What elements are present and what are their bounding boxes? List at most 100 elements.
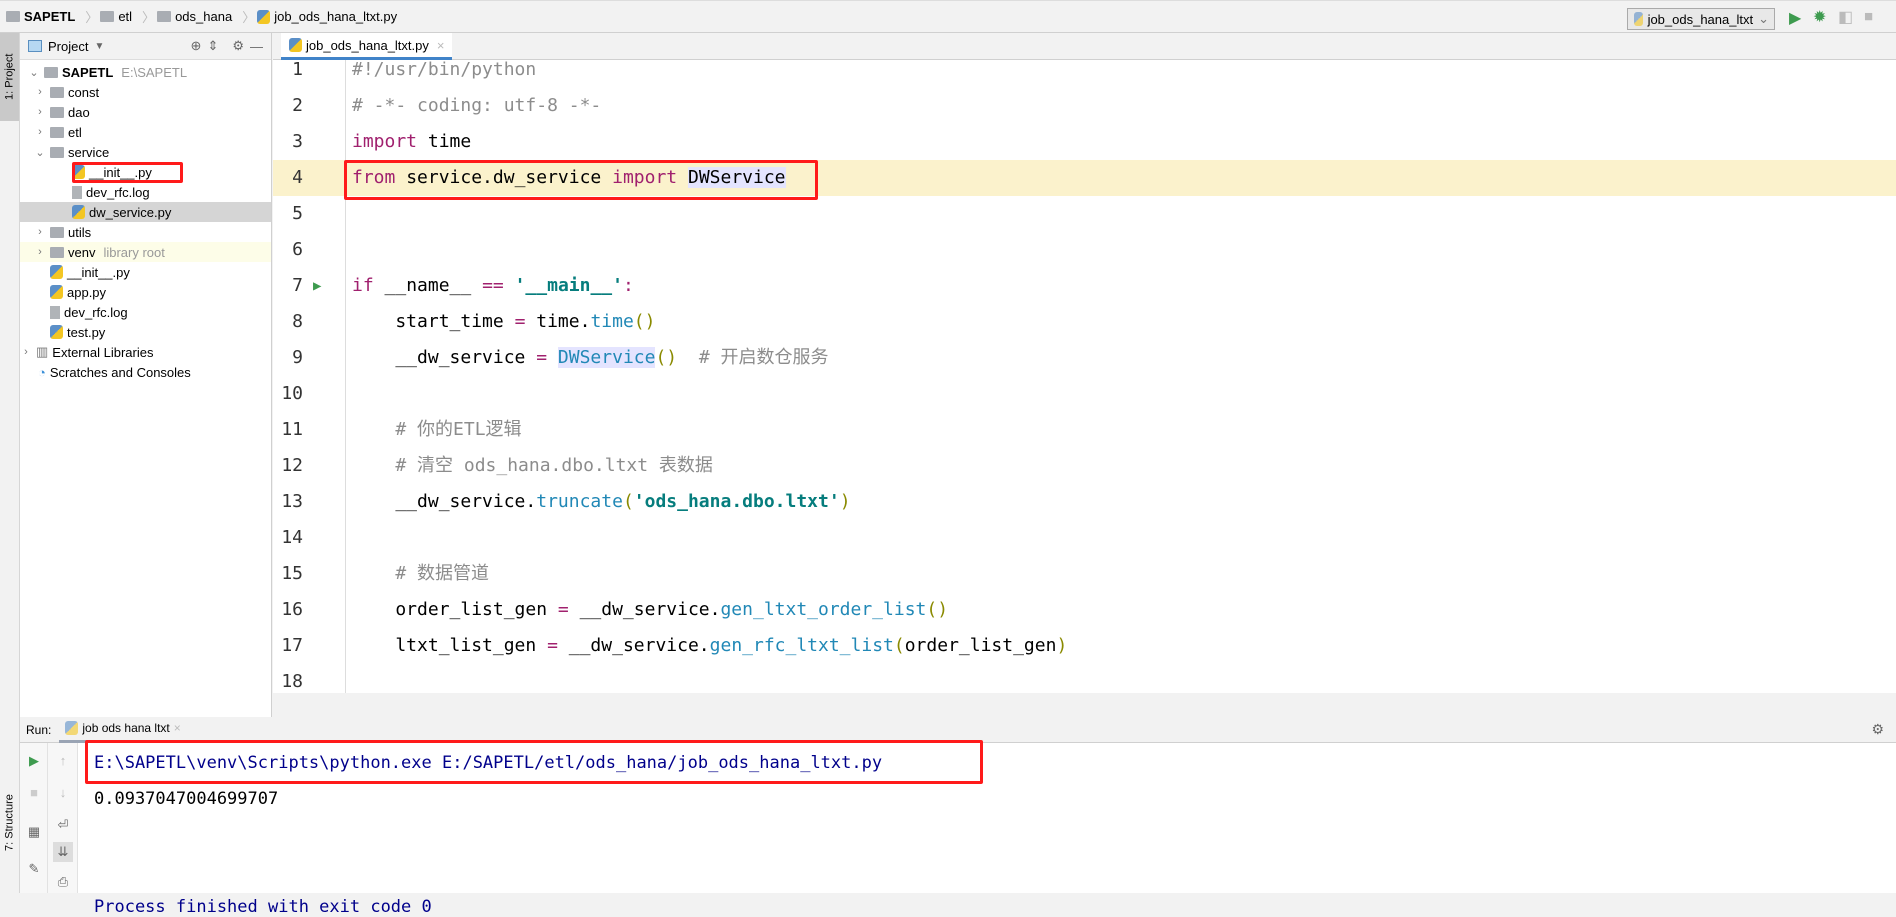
code-token: = bbox=[547, 635, 558, 656]
code-token: = bbox=[514, 311, 526, 332]
chevron-down-icon: ⌄ bbox=[1758, 11, 1769, 26]
code-token: time. bbox=[525, 311, 591, 332]
line-number: 16 bbox=[281, 599, 303, 620]
folder-icon bbox=[50, 86, 64, 98]
run-tab[interactable]: job ods hana ltxt × bbox=[59, 717, 187, 743]
rerun-icon[interactable]: ▶ bbox=[24, 751, 44, 771]
code-line: 12 # 清空 ods_hana.dbo.ltxt 表数据 bbox=[273, 448, 1896, 484]
layout-icon[interactable]: ▦ bbox=[24, 822, 44, 842]
line-number: 11 bbox=[281, 419, 303, 440]
tree-item[interactable]: ⌄ service bbox=[20, 142, 271, 162]
gear-icon[interactable]: ⚙ bbox=[1871, 721, 1884, 738]
tree-item[interactable]: dev_rfc.log bbox=[20, 182, 271, 202]
run-config-select[interactable]: job_ods_hana_ltxt ⌄ bbox=[1627, 8, 1775, 30]
breadcrumb-etl[interactable]: etl bbox=[100, 9, 132, 24]
tree-item[interactable]: › ▥ External Libraries bbox=[20, 342, 271, 362]
code-text: ltxt_list_gen = __dw_service.gen_rfc_ltx… bbox=[352, 628, 1067, 664]
tree-item[interactable]: test.py bbox=[20, 322, 271, 342]
tree-item-label: dao bbox=[68, 104, 90, 120]
library-icon: ▥ bbox=[36, 344, 49, 359]
code-token: time bbox=[590, 311, 634, 332]
code-token: ( bbox=[893, 635, 905, 656]
close-icon[interactable]: × bbox=[174, 721, 181, 735]
line-number: 6 bbox=[292, 239, 303, 260]
chevron-right-icon[interactable]: › bbox=[20, 346, 32, 358]
chevron-right-icon[interactable]: › bbox=[34, 246, 46, 258]
stop-icon[interactable]: ■ bbox=[1864, 8, 1873, 25]
locate-icon[interactable]: ⊕ bbox=[191, 38, 202, 54]
annotation-box-command bbox=[85, 740, 983, 784]
structure-tool-tab[interactable]: 7: Structure bbox=[0, 778, 19, 868]
code-token: time bbox=[417, 131, 472, 152]
line-number: 14 bbox=[281, 527, 303, 548]
folder-icon bbox=[50, 106, 64, 118]
tree-item[interactable]: › dao bbox=[20, 102, 271, 122]
tree-item[interactable]: dev_rfc.log bbox=[20, 302, 271, 322]
tree-item-label: app.py bbox=[67, 284, 107, 300]
soft-wrap-icon[interactable]: ⏎ bbox=[53, 815, 73, 835]
chevron-right-icon[interactable]: › bbox=[34, 106, 46, 118]
folder-icon bbox=[100, 11, 115, 22]
breadcrumb-file[interactable]: job_ods_hana_ltxt.py bbox=[257, 9, 397, 24]
run-button[interactable]: ▶ bbox=[1789, 8, 1801, 28]
print-icon[interactable]: ⎙ bbox=[53, 872, 73, 892]
tree-item-label: dev_rfc.log bbox=[64, 304, 128, 320]
tree-item[interactable]: dw_service.py bbox=[20, 202, 271, 222]
line-number: 1 bbox=[292, 59, 303, 80]
scroll-to-end-icon[interactable]: ⇊ bbox=[53, 842, 73, 862]
tree-item[interactable]: app.py bbox=[20, 282, 271, 302]
code-token: __dw_service. bbox=[352, 491, 537, 512]
project-view-icon bbox=[28, 40, 42, 52]
tree-item[interactable]: ⌄ SAPETL E:\SAPETL bbox=[20, 62, 271, 82]
code-line: 2 # -*- coding: utf-8 -*- bbox=[273, 88, 1896, 124]
stop-icon[interactable]: ■ bbox=[24, 783, 44, 803]
code-line: 9 __dw_service = DWService() # 开启数仓服务 bbox=[273, 340, 1896, 376]
debug-icon[interactable]: ✹ bbox=[1813, 7, 1826, 27]
close-icon[interactable]: × bbox=[437, 38, 445, 53]
tree-item[interactable]: ◔ Scratches and Consoles bbox=[20, 362, 271, 382]
python-file-icon bbox=[257, 9, 271, 24]
project-panel-header: Project ▼ ⊕ ⇕ ⚙ — bbox=[20, 33, 271, 60]
chevron-right-icon[interactable]: › bbox=[34, 226, 46, 238]
code-token: start_time bbox=[352, 311, 515, 332]
tree-item[interactable]: › etl bbox=[20, 122, 271, 142]
code-token: order_list_gen bbox=[352, 599, 558, 620]
line-number: 17 bbox=[281, 635, 303, 656]
code-token: # 数据管道 bbox=[352, 563, 490, 584]
line-number: 2 bbox=[292, 95, 303, 116]
code-text: # 清空 ods_hana.dbo.ltxt 表数据 bbox=[352, 448, 713, 484]
down-arrow-icon[interactable]: ↓ bbox=[53, 783, 73, 803]
folder-icon bbox=[50, 146, 64, 158]
python-icon bbox=[1634, 12, 1643, 26]
folder-icon bbox=[157, 11, 172, 22]
code-token: '__main__' bbox=[514, 275, 623, 296]
up-arrow-icon[interactable]: ↑ bbox=[53, 751, 73, 771]
chevron-down-icon[interactable]: ⌄ bbox=[28, 66, 40, 79]
tree-item[interactable]: __init__.py bbox=[20, 262, 271, 282]
project-view-select[interactable]: Project bbox=[48, 39, 88, 54]
chevron-right-icon[interactable]: › bbox=[34, 126, 46, 138]
tree-item-label: dw_service.py bbox=[89, 204, 172, 220]
hide-icon[interactable]: — bbox=[250, 39, 263, 54]
gear-icon[interactable]: ⚙ bbox=[232, 38, 244, 54]
breadcrumb-ods-hana[interactable]: ods_hana bbox=[157, 9, 232, 24]
coverage-icon[interactable]: ◧ bbox=[1838, 7, 1853, 27]
code-line: 18 bbox=[273, 664, 1896, 700]
chevron-down-icon[interactable]: ⌄ bbox=[34, 146, 46, 159]
code-token: #!/usr/bin/python bbox=[352, 59, 537, 80]
project-tool-tab[interactable]: 1: Project bbox=[0, 33, 19, 121]
chevron-right-icon[interactable]: › bbox=[34, 86, 46, 98]
collapse-all-icon[interactable]: ⇕ bbox=[207, 38, 218, 54]
line-number: 18 bbox=[281, 671, 303, 692]
tree-item-hint: E:\SAPETL bbox=[121, 64, 188, 80]
pin-icon[interactable]: ✎ bbox=[24, 859, 44, 879]
python-file-icon bbox=[50, 265, 63, 279]
tree-item[interactable]: › utils bbox=[20, 222, 271, 242]
code-editor[interactable]: 1 #!/usr/bin/python 2 # -*- coding: utf-8 -… bbox=[273, 59, 1896, 693]
breadcrumb-sapetl[interactable]: SAPETL bbox=[6, 9, 75, 24]
run-gutter-icon[interactable]: ▶ bbox=[313, 268, 321, 304]
code-text: start_time = time.time() bbox=[352, 304, 655, 340]
tree-item[interactable]: › const bbox=[20, 82, 271, 102]
tree-item[interactable]: › venv library root bbox=[20, 242, 271, 262]
